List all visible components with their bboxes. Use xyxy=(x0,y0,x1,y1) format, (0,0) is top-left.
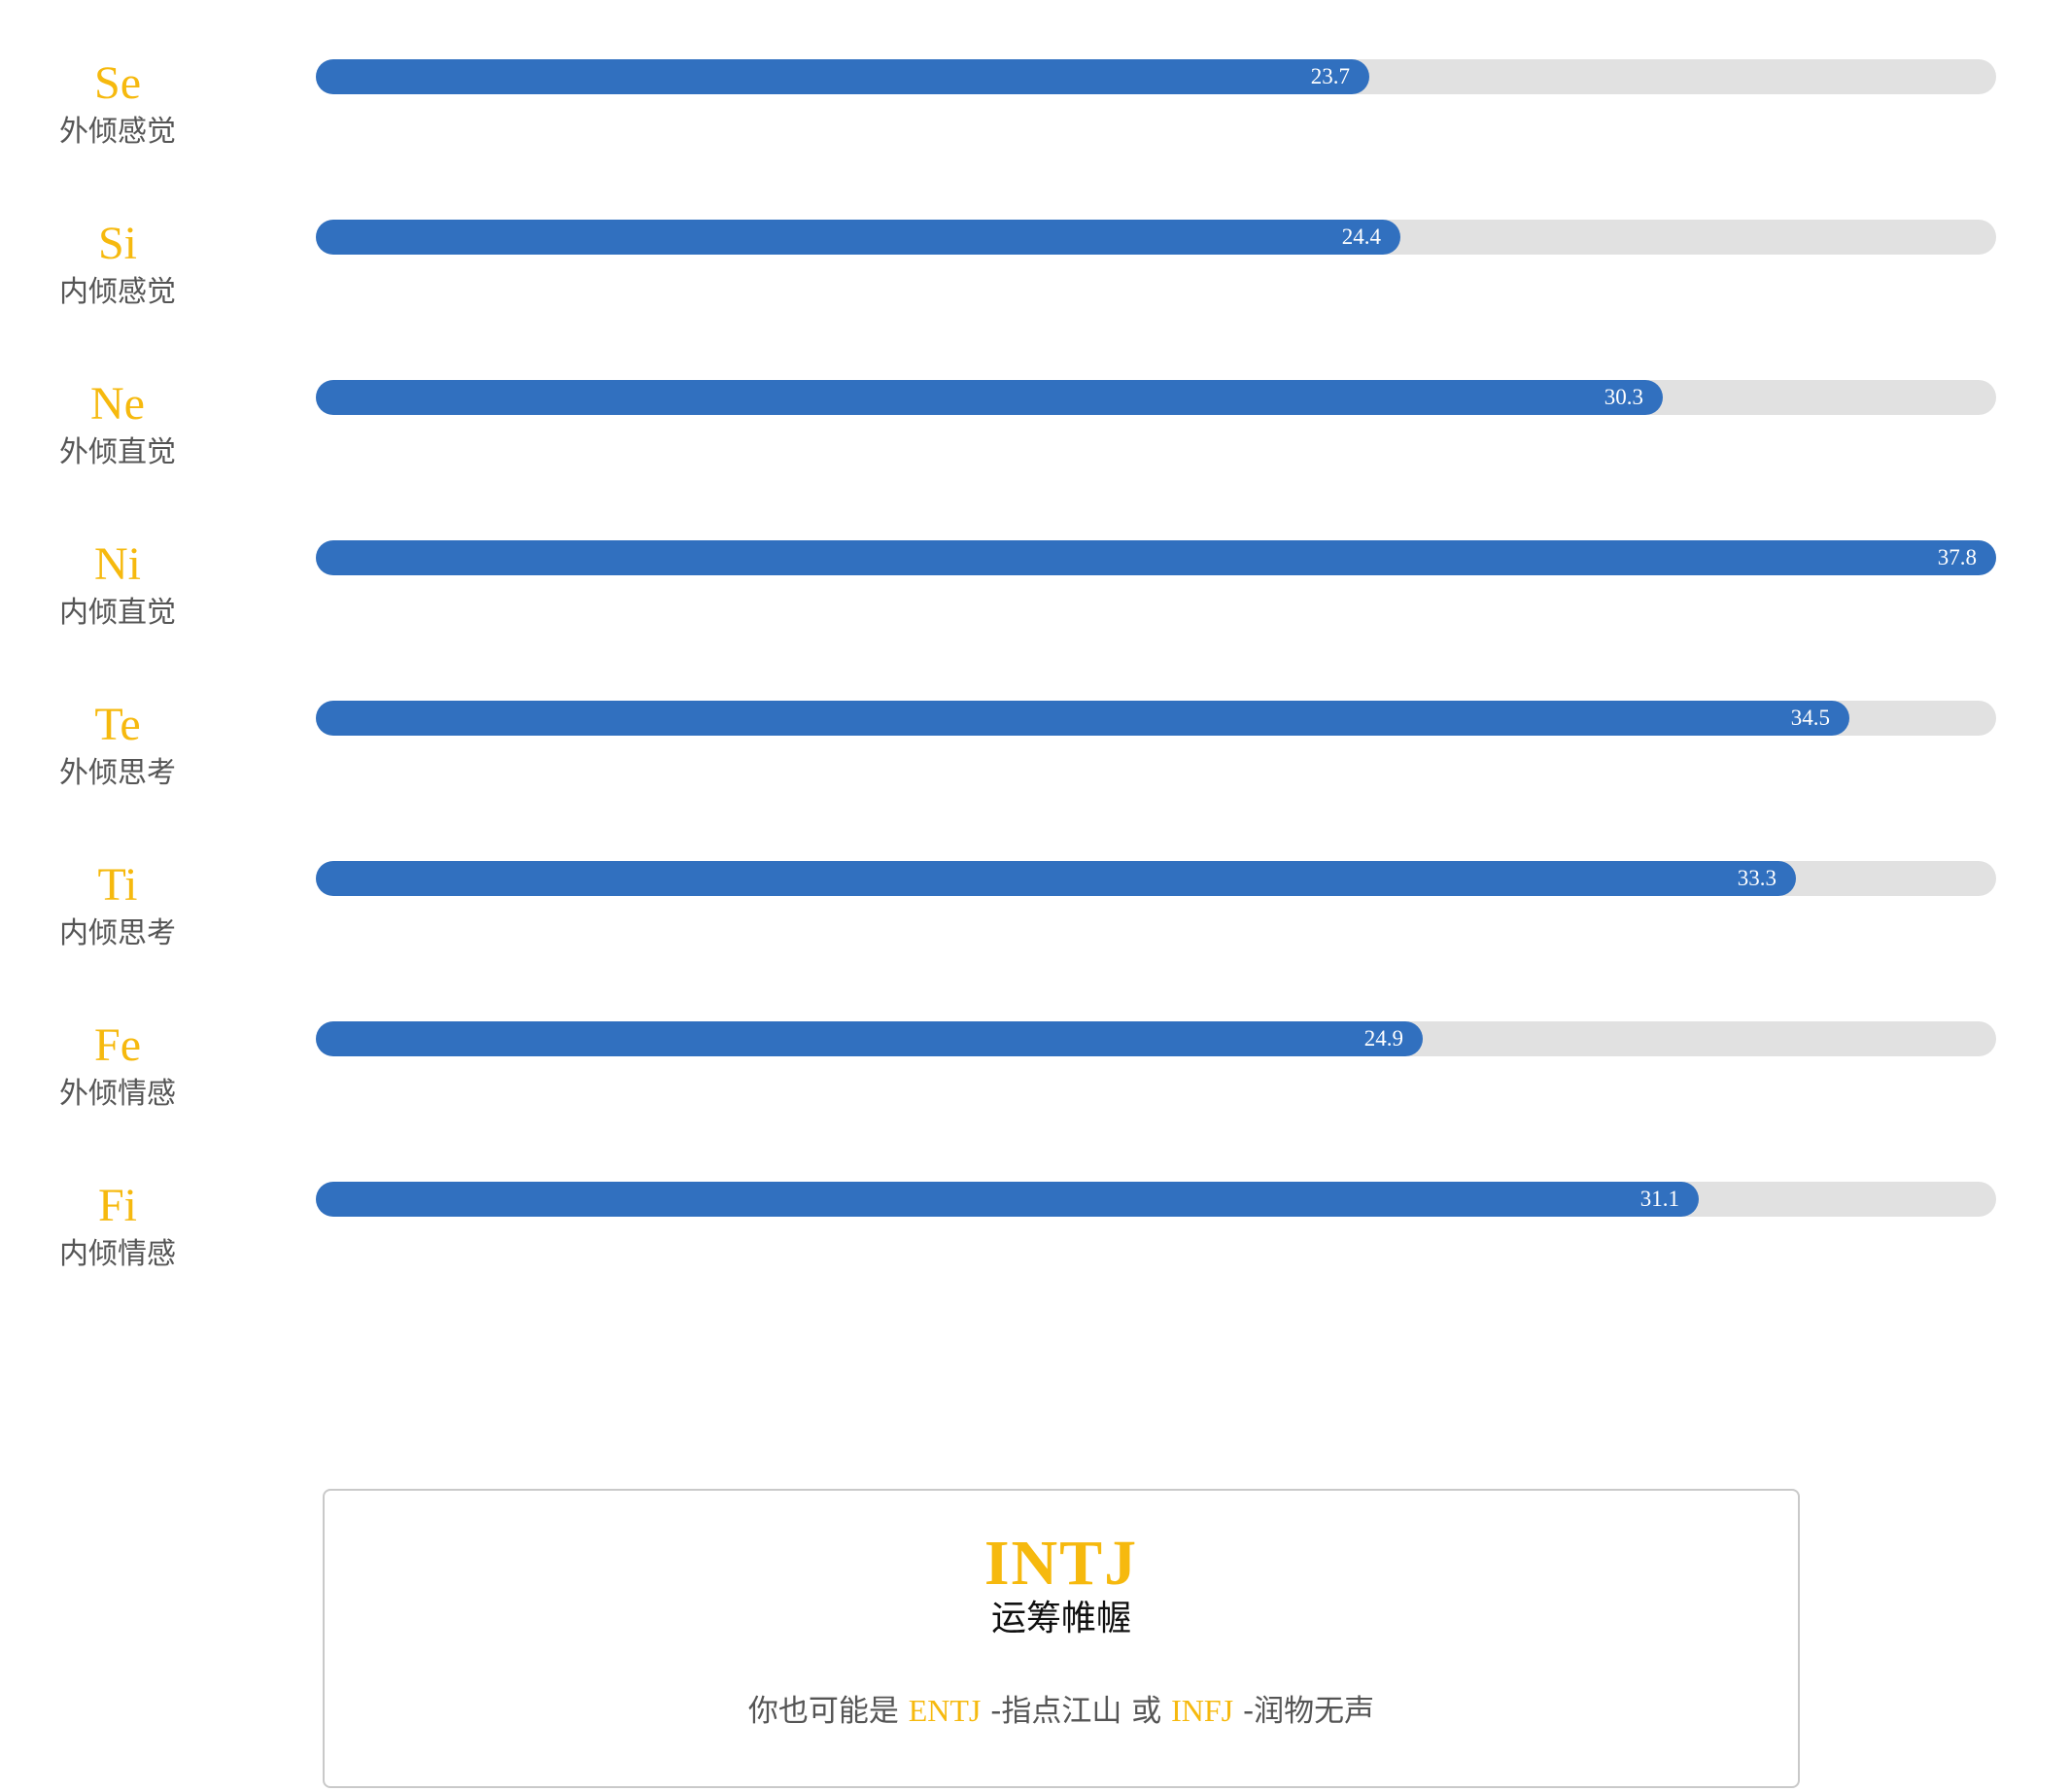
progress-value-label: 24.4 xyxy=(1341,224,1381,249)
function-row-si: Si 内倾感觉 24.4 xyxy=(0,160,2070,309)
progress-fill: 31.1 xyxy=(316,1182,1699,1217)
progress-fill: 24.4 xyxy=(316,220,1400,255)
progress-track: 24.9 xyxy=(316,1021,1996,1056)
function-row-se: Se 外倾感觉 23.7 xyxy=(0,0,2070,149)
progress-track: 31.1 xyxy=(316,1182,1996,1217)
function-name: 外倾思考 xyxy=(59,756,176,790)
progress-fill: 23.7 xyxy=(316,59,1369,94)
function-name: 内倾情感 xyxy=(59,1237,176,1271)
progress-value-label: 33.3 xyxy=(1737,866,1777,890)
alt-type-1-name: -指点江山 xyxy=(981,1694,1132,1729)
function-label: Ti 内倾思考 xyxy=(27,858,208,953)
function-code: Fe xyxy=(94,1019,141,1071)
alt-prefix: 你也可能是 xyxy=(747,1694,909,1729)
alt-type-2-code: INFJ xyxy=(1171,1693,1234,1728)
result-type-name: 运筹帷幄 xyxy=(990,1599,1131,1638)
alternative-types-line: 你也可能是 ENTJ -指点江山 或 INFJ -润物无声 xyxy=(325,1689,1798,1733)
function-label: Se 外倾感觉 xyxy=(27,56,208,152)
alt-type-2-name: -润物无声 xyxy=(1233,1694,1375,1729)
progress-track: 34.5 xyxy=(316,701,1996,736)
function-label: Si 内倾感觉 xyxy=(27,217,208,312)
progress-track: 23.7 xyxy=(316,59,1996,94)
progress-fill: 24.9 xyxy=(316,1021,1423,1056)
progress-track: 33.3 xyxy=(316,861,1996,896)
progress-value-label: 30.3 xyxy=(1604,385,1643,409)
function-code: Ti xyxy=(97,859,138,911)
function-row-ne: Ne 外倾直觉 30.3 xyxy=(0,321,2070,469)
function-name: 内倾思考 xyxy=(59,916,176,950)
progress-fill: 30.3 xyxy=(316,380,1663,415)
function-name: 内倾直觉 xyxy=(59,596,176,630)
progress-fill: 37.8 xyxy=(316,540,1996,575)
function-label: Ni 内倾直觉 xyxy=(27,537,208,633)
function-label: Te 外倾思考 xyxy=(27,698,208,793)
progress-track: 30.3 xyxy=(316,380,1996,415)
function-row-ni: Ni 内倾直觉 37.8 xyxy=(0,481,2070,630)
progress-value-label: 37.8 xyxy=(1937,545,1977,569)
function-label: Ne 外倾直觉 xyxy=(27,377,208,472)
progress-value-label: 31.1 xyxy=(1639,1187,1679,1211)
result-card: INTJ 运筹帷幄 你也可能是 ENTJ -指点江山 或 INFJ -润物无声 xyxy=(323,1489,1800,1788)
result-type-code: INTJ xyxy=(983,1528,1139,1599)
function-row-te: Te 外倾思考 34.5 xyxy=(0,641,2070,790)
alt-or: 或 xyxy=(1131,1694,1172,1729)
function-label: Fi 内倾情感 xyxy=(27,1179,208,1274)
alt-type-1-code: ENTJ xyxy=(908,1693,982,1728)
function-name: 外倾感觉 xyxy=(59,115,176,149)
function-label: Fe 外倾情感 xyxy=(27,1018,208,1114)
progress-track: 37.8 xyxy=(316,540,1996,575)
progress-track: 24.4 xyxy=(316,220,1996,255)
function-row-fe: Fe 外倾情感 24.9 xyxy=(0,962,2070,1111)
function-code: Te xyxy=(94,699,141,750)
function-code: Si xyxy=(97,218,138,269)
progress-value-label: 24.9 xyxy=(1363,1026,1403,1051)
progress-fill: 33.3 xyxy=(316,861,1796,896)
function-row-ti: Ti 内倾思考 33.3 xyxy=(0,802,2070,950)
function-row-fi: Fi 内倾情感 31.1 xyxy=(0,1122,2070,1271)
function-code: Ni xyxy=(94,538,141,590)
function-name: 内倾感觉 xyxy=(59,275,176,309)
function-code: Fi xyxy=(97,1180,138,1231)
progress-value-label: 23.7 xyxy=(1310,64,1350,88)
function-code: Se xyxy=(94,57,141,109)
progress-value-label: 34.5 xyxy=(1790,706,1830,730)
function-name: 外倾情感 xyxy=(59,1077,176,1111)
progress-fill: 34.5 xyxy=(316,701,1849,736)
function-code: Ne xyxy=(90,378,145,430)
function-name: 外倾直觉 xyxy=(59,435,176,469)
